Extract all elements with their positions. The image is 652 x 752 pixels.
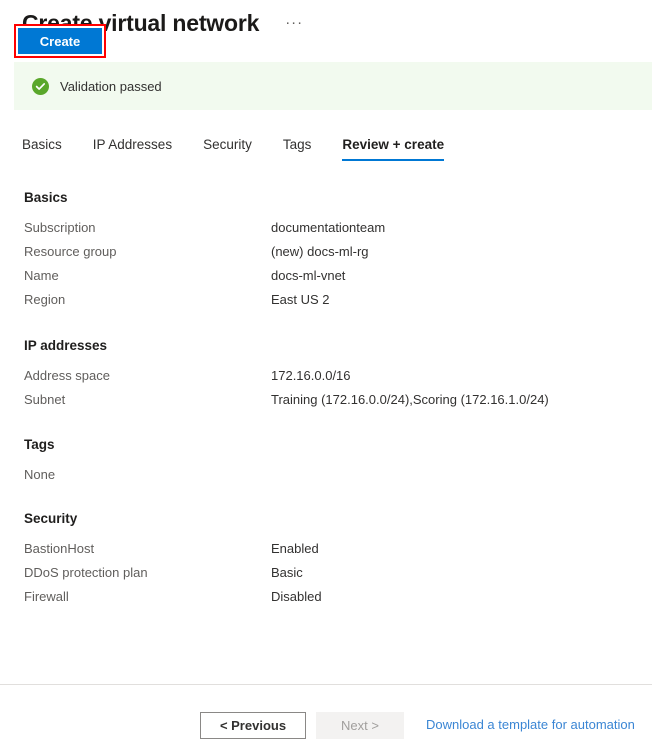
row-firewall: Firewall Disabled — [24, 587, 652, 606]
more-options-icon[interactable]: ··· — [281, 14, 307, 32]
spacer-basics — [0, 314, 652, 338]
row-bastion-host-value: Enabled — [271, 541, 319, 556]
row-resource-group: Resource group (new) docs-ml-rg — [24, 242, 652, 261]
next-button: Next > — [316, 712, 404, 739]
row-ddos-protection-plan-value: Basic — [271, 565, 303, 580]
row-ddos-protection-plan: DDoS protection plan Basic — [24, 563, 652, 582]
section-tags: Tags None — [0, 437, 652, 484]
check-circle-icon — [32, 77, 49, 95]
row-bastion-host: BastionHost Enabled — [24, 539, 652, 558]
tab-ip-addresses-label: IP Addresses — [92, 137, 173, 152]
section-ip-addresses: IP addresses Address space 172.16.0.0/16… — [0, 338, 652, 409]
tab-review-create[interactable]: Review + create — [342, 137, 460, 161]
row-region-label: Region — [24, 292, 66, 307]
tab-security[interactable]: Security — [203, 137, 268, 161]
tab-review-create-label: Review + create — [342, 137, 445, 152]
tab-ip-addresses[interactable]: IP Addresses — [93, 137, 188, 161]
spacer-tags — [0, 484, 652, 511]
row-name-label: Name — [24, 268, 59, 283]
row-resource-group-label: Resource group — [24, 244, 117, 259]
tab-basics-label: Basics — [22, 137, 62, 152]
section-security-heading: Security — [24, 511, 78, 526]
validation-banner-text: Validation passed — [60, 78, 162, 94]
previous-button[interactable]: < Previous — [200, 712, 306, 739]
row-resource-group-value: (new) docs-ml-rg — [271, 244, 369, 259]
row-subnet: Subnet Training (172.16.0.0/24),Scoring … — [24, 390, 652, 409]
create-button[interactable]: Create — [18, 28, 102, 54]
tab-tags-label: Tags — [282, 137, 312, 152]
validation-banner: Validation passed — [14, 62, 652, 110]
row-firewall-value: Disabled — [271, 589, 322, 604]
row-address-space-label: Address space — [24, 368, 110, 383]
section-security: Security BastionHost Enabled DDoS protec… — [0, 511, 652, 606]
spacer-ip-addresses — [0, 414, 652, 437]
tab-basics[interactable]: Basics — [22, 137, 78, 161]
row-address-space-value: 172.16.0.0/16 — [271, 368, 351, 383]
wizard-tabs: Basics IP Addresses Security Tags Review… — [22, 137, 460, 161]
row-bastion-host-label: BastionHost — [24, 541, 95, 556]
row-firewall-label: Firewall — [24, 589, 69, 604]
row-name: Name docs-ml-vnet — [24, 266, 652, 285]
section-ip-addresses-heading: IP addresses — [24, 338, 108, 353]
section-basics: Basics Subscription documentationteam Re… — [0, 190, 652, 309]
tab-tags[interactable]: Tags — [283, 137, 328, 161]
row-ddos-protection-plan-label: DDoS protection plan — [24, 565, 148, 580]
tab-security-label: Security — [203, 137, 252, 152]
download-template-link[interactable]: Download a template for automation — [426, 717, 635, 732]
footer-divider — [0, 684, 652, 685]
review-content: Basics Subscription documentationteam Re… — [0, 190, 652, 611]
row-subscription-value: documentationteam — [271, 220, 386, 235]
row-subnet-value: Training (172.16.0.0/24),Scoring (172.16… — [271, 392, 549, 407]
row-name-value: docs-ml-vnet — [271, 268, 346, 283]
section-basics-heading: Basics — [24, 190, 68, 205]
row-subscription: Subscription documentationteam — [24, 218, 652, 237]
row-address-space: Address space 172.16.0.0/16 — [24, 366, 652, 385]
section-tags-heading: Tags — [24, 437, 55, 452]
row-region-value: East US 2 — [271, 292, 330, 307]
row-subnet-label: Subnet — [24, 392, 66, 407]
row-region: Region East US 2 — [24, 290, 652, 309]
create-button-highlight: Create — [14, 24, 106, 58]
section-tags-value: None — [24, 467, 56, 482]
row-subscription-label: Subscription — [24, 220, 96, 235]
